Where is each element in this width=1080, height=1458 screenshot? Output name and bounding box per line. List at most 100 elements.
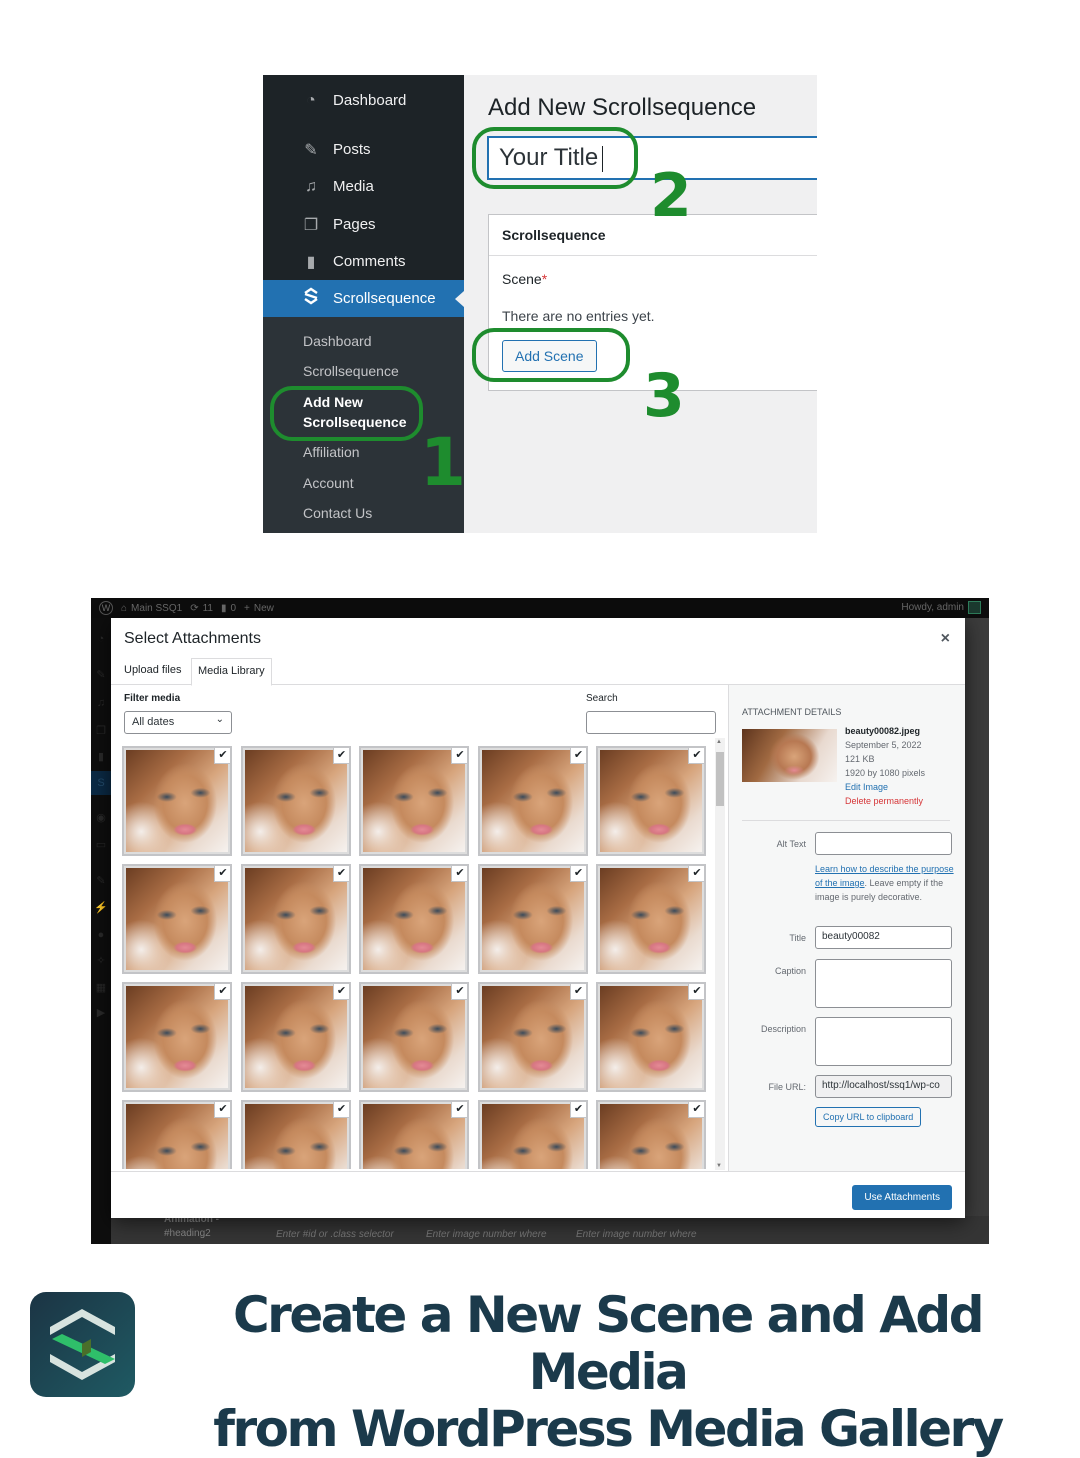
- updates-icon: ⟳: [190, 602, 199, 614]
- checkmark-icon[interactable]: ✔: [451, 1102, 467, 1118]
- attachment-thumbnail[interactable]: ✔: [477, 746, 588, 856]
- checkmark-icon[interactable]: ✔: [332, 1102, 349, 1118]
- checkmark-icon[interactable]: ✔: [688, 866, 704, 882]
- scroll-down-icon[interactable]: ▼: [716, 1163, 722, 1169]
- attachment-thumbnail[interactable]: ✔: [240, 982, 351, 1092]
- checkmark-icon[interactable]: ✔: [214, 866, 230, 882]
- menu-item-comments[interactable]: ▮ Comments: [263, 243, 464, 280]
- search-input[interactable]: [586, 711, 716, 734]
- comments-count: 0: [230, 602, 237, 614]
- date-filter-select[interactable]: All dates ⌄: [124, 711, 232, 734]
- attachment-thumbnail[interactable]: ✔: [596, 1100, 706, 1169]
- admin-bar-updates[interactable]: ⟳ 11: [190, 603, 213, 614]
- attachment-thumbnail[interactable]: ✔: [240, 1100, 351, 1169]
- menu-item-scrollsequence[interactable]: Scrollsequence: [263, 280, 464, 317]
- caption-textarea[interactable]: [815, 959, 952, 1008]
- attachment-thumbnail[interactable]: ✔: [596, 746, 706, 856]
- modal-title: Select Attachments: [124, 630, 261, 647]
- use-attachments-button[interactable]: Use Attachments: [852, 1185, 952, 1210]
- site-name: Main SSQ1: [131, 602, 183, 614]
- menu-item-posts[interactable]: ✎ Posts: [263, 131, 464, 168]
- portrait-image: [600, 986, 702, 1088]
- edit-image-link[interactable]: Edit Image: [845, 780, 888, 794]
- attachment-thumbnail[interactable]: ✔: [122, 982, 232, 1092]
- file-url-label: File URL:: [768, 1082, 806, 1092]
- attachment-thumbnail[interactable]: ✔: [596, 864, 706, 974]
- admin-bar-site[interactable]: ⌂ Main SSQ1: [121, 603, 182, 614]
- attachment-thumbnail[interactable]: ✔: [359, 1100, 469, 1169]
- pages-icon: ❐: [96, 725, 106, 737]
- submenu-affiliation[interactable]: Affiliation: [303, 442, 360, 462]
- title-field[interactable]: beauty00082: [815, 926, 952, 949]
- checkmark-icon[interactable]: ✔: [688, 1102, 704, 1118]
- settings-icon: ▦: [95, 982, 107, 994]
- scrollbar-thumb[interactable]: [716, 752, 724, 806]
- admin-bar-account[interactable]: Howdy, admin: [901, 601, 981, 614]
- attachment-thumbnail[interactable]: ✔: [359, 864, 469, 974]
- active-indicator: [455, 291, 464, 307]
- checkmark-icon[interactable]: ✔: [332, 748, 349, 764]
- attachment-thumbnail[interactable]: ✔: [122, 864, 232, 974]
- checkmark-icon[interactable]: ✔: [214, 984, 230, 1000]
- checkmark-icon[interactable]: ✔: [451, 748, 467, 764]
- checkmark-icon[interactable]: ✔: [214, 1102, 230, 1118]
- attachment-thumbnail[interactable]: ✔: [240, 864, 351, 974]
- submenu-contact-us[interactable]: Contact Us: [303, 503, 372, 523]
- checkmark-icon[interactable]: ✔: [569, 866, 586, 882]
- attachment-thumbnail[interactable]: ✔: [240, 746, 351, 856]
- portrait-image: [600, 1104, 702, 1169]
- copy-url-button[interactable]: Copy URL to clipboard: [815, 1107, 922, 1127]
- description-textarea[interactable]: [815, 1017, 952, 1066]
- file-url-input[interactable]: http://localhost/ssq1/wp-co: [815, 1075, 952, 1098]
- checkmark-icon[interactable]: ✔: [332, 984, 349, 1000]
- menu-item-media[interactable]: ♫ Media: [263, 168, 464, 205]
- delete-permanently-link[interactable]: Delete permanently: [845, 794, 923, 808]
- portrait-image: [363, 750, 465, 852]
- checkmark-icon[interactable]: ✔: [569, 1102, 586, 1118]
- plugins-icon: ⚡: [94, 902, 108, 914]
- attachment-thumbnail[interactable]: ✔: [477, 982, 588, 1092]
- admin-bar-comments[interactable]: ▮ 0: [221, 603, 236, 614]
- attachment-thumbnail[interactable]: ✔: [359, 746, 469, 856]
- bg-placeholder: Enter image number where: [426, 1229, 547, 1240]
- attachment-thumbnail[interactable]: ✔: [122, 746, 232, 856]
- grid-scrollbar[interactable]: ▲ ▼: [715, 738, 725, 1170]
- attachment-thumbnail[interactable]: ✔: [596, 982, 706, 1092]
- attachment-thumbnail[interactable]: ✔: [359, 982, 469, 1092]
- checkmark-icon[interactable]: ✔: [688, 984, 704, 1000]
- portrait-image: [363, 1104, 465, 1169]
- media-icon: ♫: [96, 697, 106, 709]
- menu-item-dashboard[interactable]: ◔ Dashboard: [263, 82, 464, 119]
- alt-text-input[interactable]: [815, 832, 952, 855]
- scroll-up-icon[interactable]: ▲: [716, 739, 722, 745]
- scrollsequence-icon: S: [91, 771, 111, 795]
- modal-tabs: Upload files Media Library: [111, 658, 965, 686]
- submenu-scrollsequence[interactable]: Scrollsequence: [303, 361, 399, 381]
- checkmark-icon[interactable]: ✔: [688, 748, 704, 764]
- submenu-dashboard[interactable]: Dashboard: [303, 331, 372, 351]
- home-icon: ⌂: [121, 602, 128, 614]
- bg-placeholder: Enter #id or .class selector: [276, 1229, 394, 1240]
- checkmark-icon[interactable]: ✔: [451, 866, 467, 882]
- tab-upload-files[interactable]: Upload files: [118, 658, 187, 685]
- menu-item-pages[interactable]: ❐ Pages: [263, 206, 464, 243]
- checkmark-icon[interactable]: ✔: [451, 984, 467, 1000]
- checkmark-icon[interactable]: ✔: [332, 866, 349, 882]
- headline-line-2: from WordPress Media Gallery: [213, 1400, 1004, 1458]
- close-icon[interactable]: ×: [941, 630, 950, 648]
- attachment-thumbnail[interactable]: ✔: [477, 1100, 588, 1169]
- attachment-thumbnail[interactable]: ✔: [122, 1100, 232, 1169]
- checkmark-icon[interactable]: ✔: [214, 748, 230, 764]
- admin-bar-new[interactable]: + New: [244, 603, 274, 614]
- wordpress-logo-icon[interactable]: W: [99, 601, 113, 615]
- tools-icon: ✧: [96, 955, 106, 967]
- search-label: Search: [586, 693, 618, 704]
- attachment-thumbnail[interactable]: ✔: [477, 864, 588, 974]
- submenu-account[interactable]: Account: [303, 473, 354, 493]
- checkmark-icon[interactable]: ✔: [569, 984, 586, 1000]
- checkmark-icon[interactable]: ✔: [569, 748, 586, 764]
- portrait-image: [363, 986, 465, 1088]
- tab-media-library[interactable]: Media Library: [191, 658, 272, 686]
- portrait-image: [126, 986, 228, 1088]
- bg-row-label: #heading2: [164, 1228, 211, 1239]
